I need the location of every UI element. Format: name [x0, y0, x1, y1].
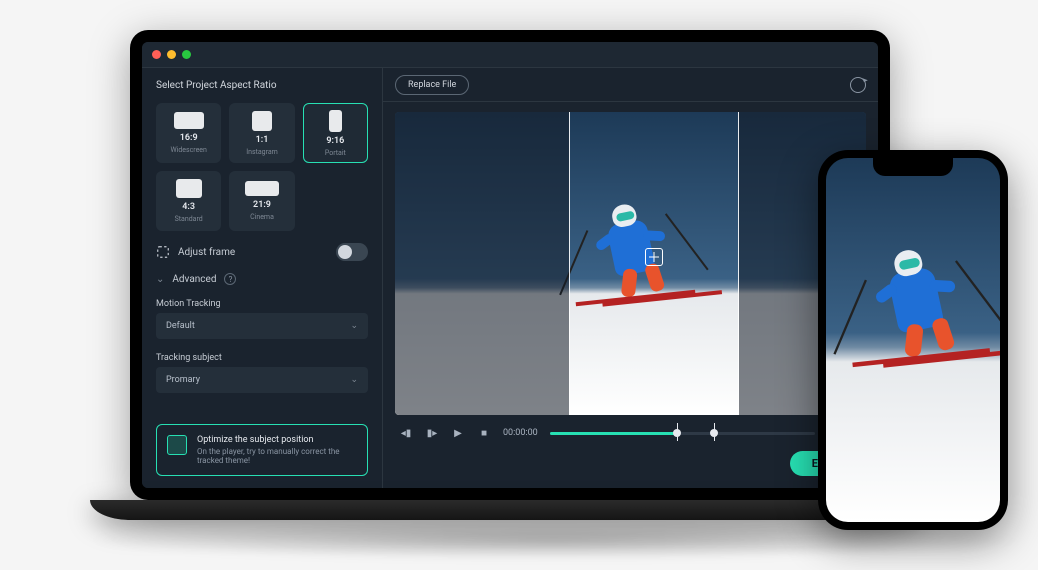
ratio-option-4-3[interactable]: 4:3 Standard [156, 171, 221, 231]
timeline-handle[interactable] [673, 429, 681, 437]
chevron-down-icon: ⌄ [350, 321, 358, 331]
minimize-icon[interactable] [167, 50, 176, 59]
maximize-icon[interactable] [182, 50, 191, 59]
ratio-thumb-icon [252, 111, 272, 131]
crop-dim-left [395, 112, 569, 415]
advanced-label: Advanced [172, 274, 216, 285]
chevron-down-icon: ⌄ [350, 375, 358, 385]
transport-bar: ◂▮ ▮▸ ▶ ■ 00:00:00 00:00:00 [395, 415, 866, 451]
ratio-thumb-icon [329, 110, 342, 132]
crop-frame[interactable] [569, 112, 739, 415]
video-preview[interactable] [395, 112, 866, 415]
phone-preview [826, 158, 1000, 522]
optimize-tip: Optimize the subject position On the pla… [156, 424, 368, 476]
ratio-thumb-icon [174, 112, 204, 129]
stop-button[interactable]: ■ [477, 428, 491, 439]
tip-icon [167, 435, 187, 455]
phone-frame [818, 150, 1008, 530]
ratio-option-16-9[interactable]: 16:9 Widescreen [156, 103, 221, 163]
aspect-ratio-grid: 16:9 Widescreen 1:1 Instagram 9:16 Porta… [156, 103, 368, 231]
tracking-subject-dropdown[interactable]: Promary ⌄ [156, 367, 368, 393]
timeline-handle[interactable] [710, 429, 718, 437]
advanced-section-toggle[interactable]: ⌄ Advanced ? [156, 273, 368, 285]
ratio-thumb-icon [245, 181, 279, 196]
tip-title: Optimize the subject position [197, 435, 357, 445]
tracking-subject-label: Tracking subject [156, 353, 368, 363]
phone-notch [873, 158, 953, 176]
adjust-frame-toggle[interactable] [336, 243, 368, 261]
main-panel: Replace File [382, 68, 878, 488]
aspect-ratio-title: Select Project Aspect Ratio [156, 80, 368, 91]
replace-file-button[interactable]: Replace File [395, 75, 469, 95]
motion-tracking-value: Default [166, 321, 195, 331]
prev-frame-button[interactable]: ◂▮ [399, 428, 413, 439]
frame-icon [156, 245, 170, 259]
adjust-frame-label: Adjust frame [178, 247, 235, 258]
motion-tracking-dropdown[interactable]: Default ⌄ [156, 313, 368, 339]
chevron-down-icon: ⌄ [156, 274, 164, 285]
play-button[interactable]: ▶ [451, 428, 465, 439]
tip-text: On the player, try to manually correct t… [197, 447, 357, 465]
next-frame-button[interactable]: ▮▸ [425, 428, 439, 439]
close-icon[interactable] [152, 50, 161, 59]
motion-tracking-label: Motion Tracking [156, 299, 368, 309]
time-current: 00:00:00 [503, 428, 538, 438]
refresh-icon[interactable] [850, 77, 866, 93]
ratio-option-21-9[interactable]: 21:9 Cinema [229, 171, 294, 231]
ratio-option-9-16[interactable]: 9:16 Portait [303, 103, 368, 163]
laptop-frame: Select Project Aspect Ratio 16:9 Widescr… [130, 30, 890, 520]
window-titlebar [142, 42, 878, 68]
timeline-scrubber[interactable] [550, 432, 816, 435]
app-window: Select Project Aspect Ratio 16:9 Widescr… [142, 42, 878, 488]
ratio-option-1-1[interactable]: 1:1 Instagram [229, 103, 294, 163]
tracking-subject-value: Promary [166, 375, 200, 385]
tracking-target-icon[interactable] [645, 248, 663, 266]
ratio-thumb-icon [176, 179, 202, 198]
help-icon[interactable]: ? [224, 273, 236, 285]
sidebar: Select Project Aspect Ratio 16:9 Widescr… [142, 68, 382, 488]
